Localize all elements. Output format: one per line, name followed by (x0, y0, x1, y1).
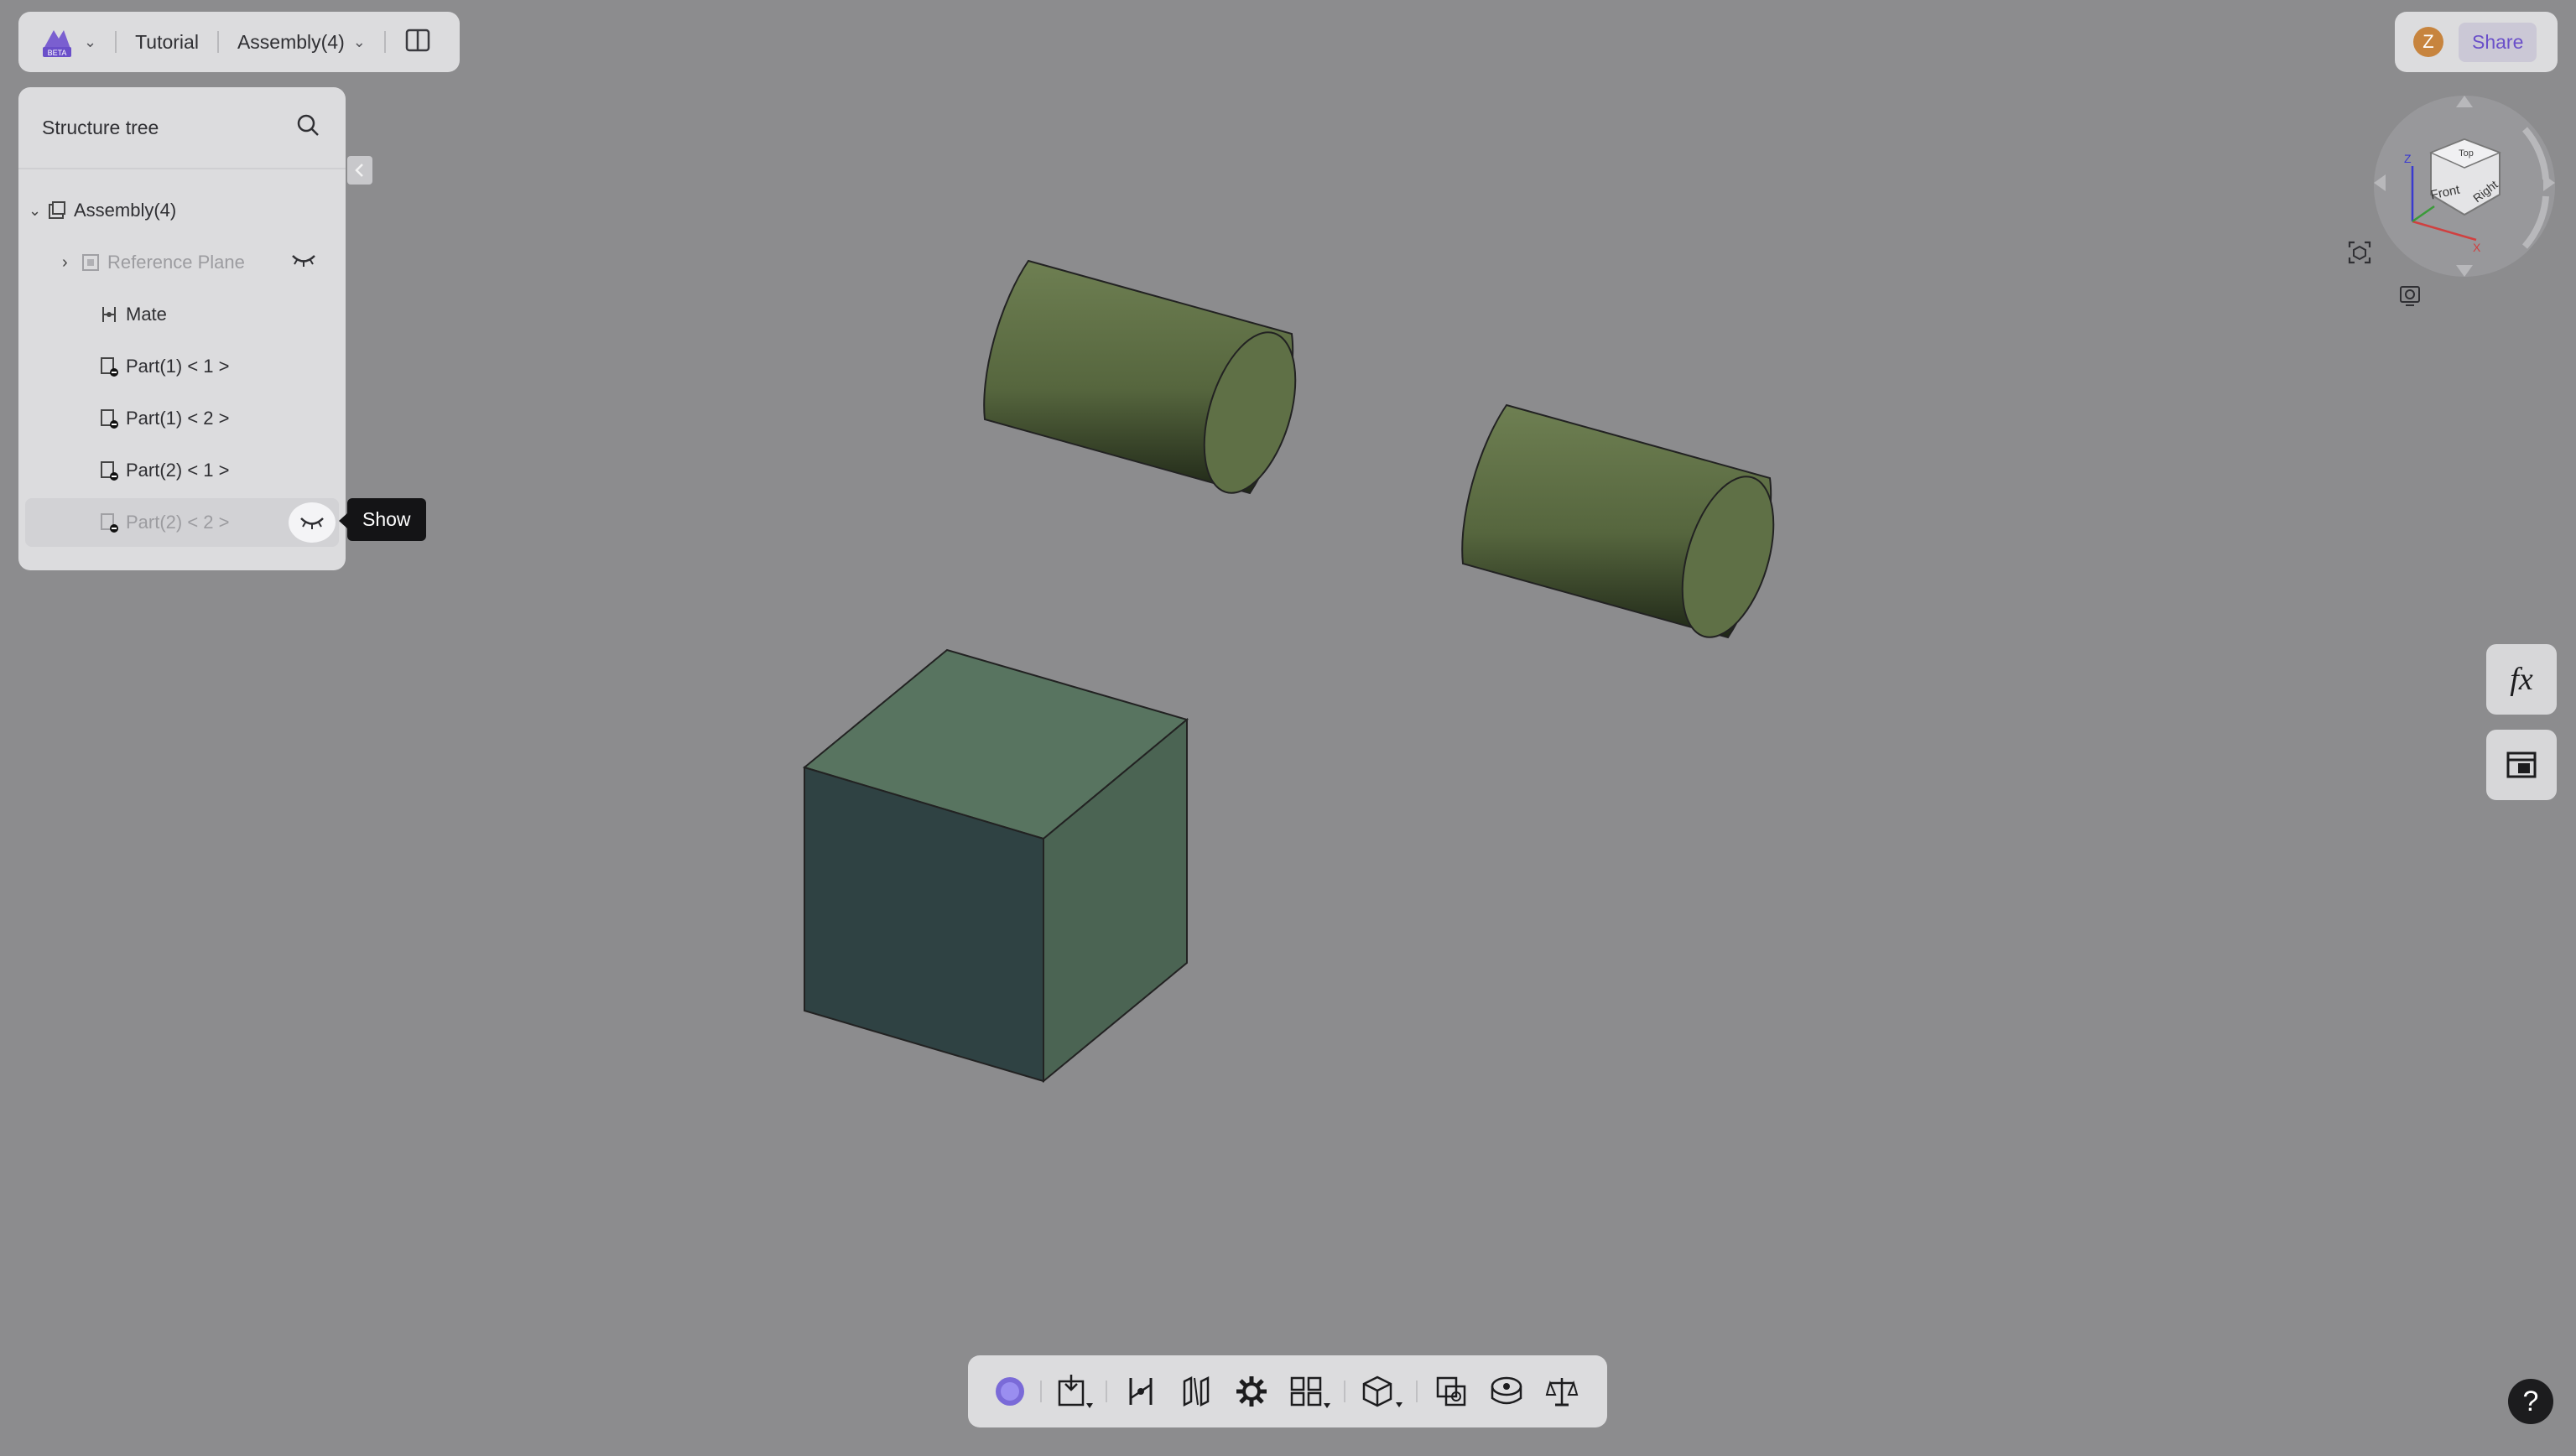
table-button[interactable] (2486, 730, 2557, 800)
cylinder-2[interactable] (1461, 403, 1791, 648)
explode-view-icon[interactable] (1357, 1370, 1408, 1413)
divider (1416, 1381, 1418, 1402)
pattern-tool-icon[interactable] (1285, 1370, 1335, 1413)
mate-tool-icon[interactable] (1119, 1370, 1163, 1413)
divider (1040, 1381, 1042, 1402)
sketch-mode-icon[interactable] (988, 1370, 1032, 1413)
mass-properties-icon[interactable] (1540, 1370, 1584, 1413)
measure-icon[interactable] (1485, 1370, 1528, 1413)
align-tool-icon[interactable] (1174, 1370, 1218, 1413)
bottom-toolbar (968, 1355, 1607, 1427)
divider (1106, 1381, 1107, 1402)
formula-icon: fx (2510, 662, 2533, 697)
divider (1344, 1381, 1345, 1402)
gear-icon[interactable] (1230, 1370, 1273, 1413)
view-cube-top[interactable]: Top (2459, 148, 2474, 159)
interference-check-icon[interactable] (1429, 1370, 1473, 1413)
viewport[interactable] (0, 0, 2576, 1456)
table-icon (2506, 751, 2537, 778)
fit-view-icon[interactable] (2344, 237, 2376, 268)
help-icon[interactable]: ? (2508, 1379, 2553, 1424)
insert-part-icon[interactable] (1054, 1370, 1097, 1413)
render-mode-icon[interactable] (2394, 280, 2426, 312)
cube[interactable] (802, 648, 1189, 1084)
axis-x-label: X (2473, 241, 2481, 254)
view-cube[interactable]: Top Front Right Z X (2365, 87, 2558, 280)
cylinder-1[interactable] (983, 259, 1313, 504)
formula-button[interactable]: fx (2486, 644, 2557, 715)
axis-z-label: Z (2404, 152, 2412, 165)
